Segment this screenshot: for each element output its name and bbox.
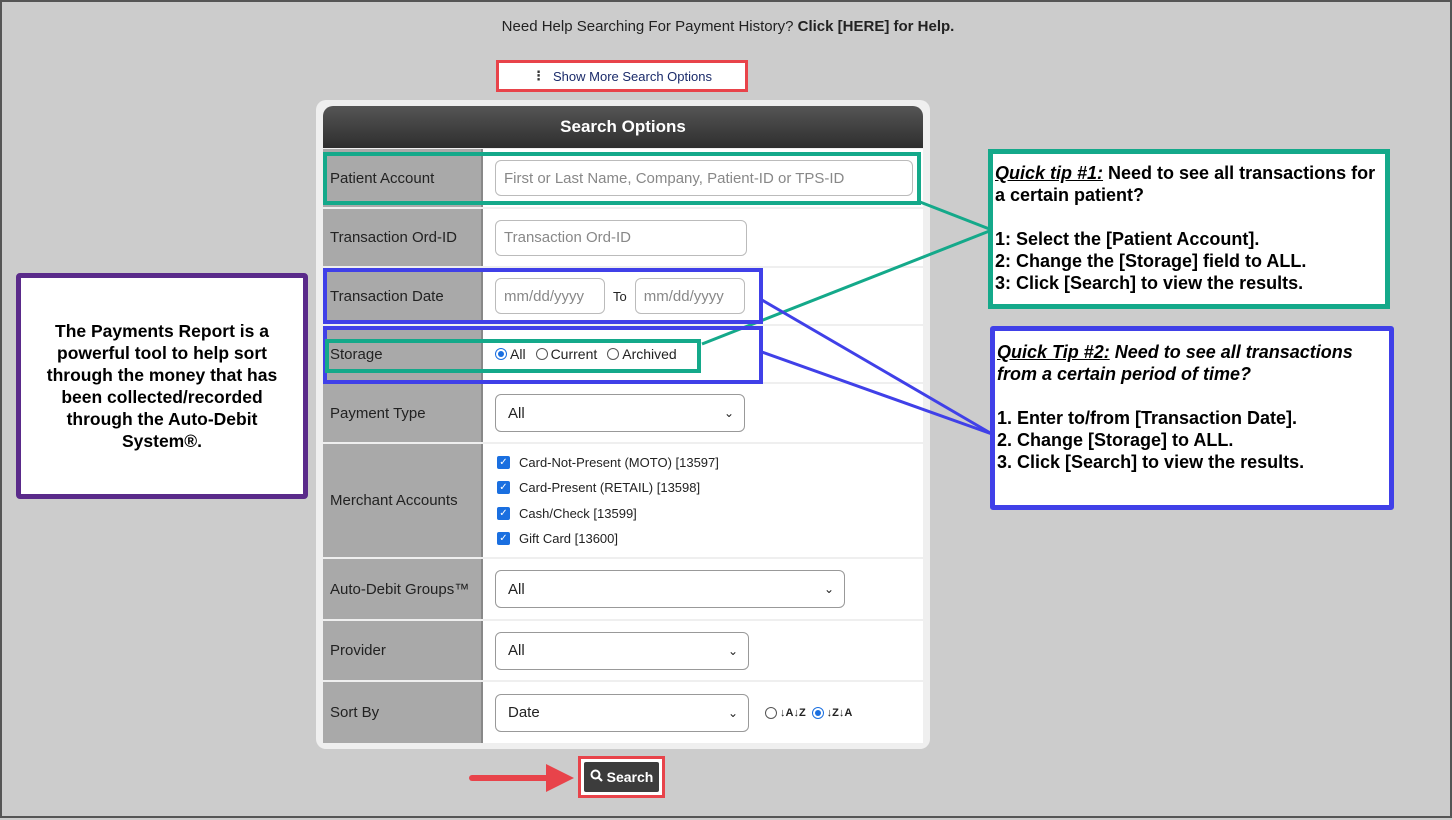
tip1-connector-line xyxy=(701,228,993,346)
red-arrow-icon xyxy=(469,764,574,792)
tip1-callout: Quick tip #1: Need to see all transactio… xyxy=(988,149,1390,309)
intro-callout: The Payments Report is a powerful tool t… xyxy=(16,273,308,499)
tip2-connector-line xyxy=(761,350,993,436)
tip1-step: 1: Select the [Patient Account]. xyxy=(995,229,1260,249)
tip2-heading: Quick Tip #2: Need to see all transactio… xyxy=(997,341,1385,385)
tip2-callout: Quick Tip #2: Need to see all transactio… xyxy=(990,326,1394,510)
tip2-title: Quick Tip #2: xyxy=(997,342,1110,362)
tip1-step: 2: Change the [Storage] field to ALL. xyxy=(995,251,1307,271)
tip2-step: 3. Click [Search] to view the results. xyxy=(997,452,1305,472)
tip2-connector-line xyxy=(761,298,993,436)
tip2-step: 2. Change [Storage] to ALL. xyxy=(997,430,1234,450)
tip1-connector-line xyxy=(919,200,993,232)
tip1-heading: Quick tip #1: Need to see all transactio… xyxy=(995,162,1381,206)
tip1-title: Quick tip #1: xyxy=(995,163,1104,183)
tip1-step: 3: Click [Search] to view the results. xyxy=(995,273,1304,293)
intro-callout-text: The Payments Report is a powerful tool t… xyxy=(46,321,278,451)
tip2-step: 1. Enter to/from [Transaction Date]. xyxy=(997,408,1298,428)
